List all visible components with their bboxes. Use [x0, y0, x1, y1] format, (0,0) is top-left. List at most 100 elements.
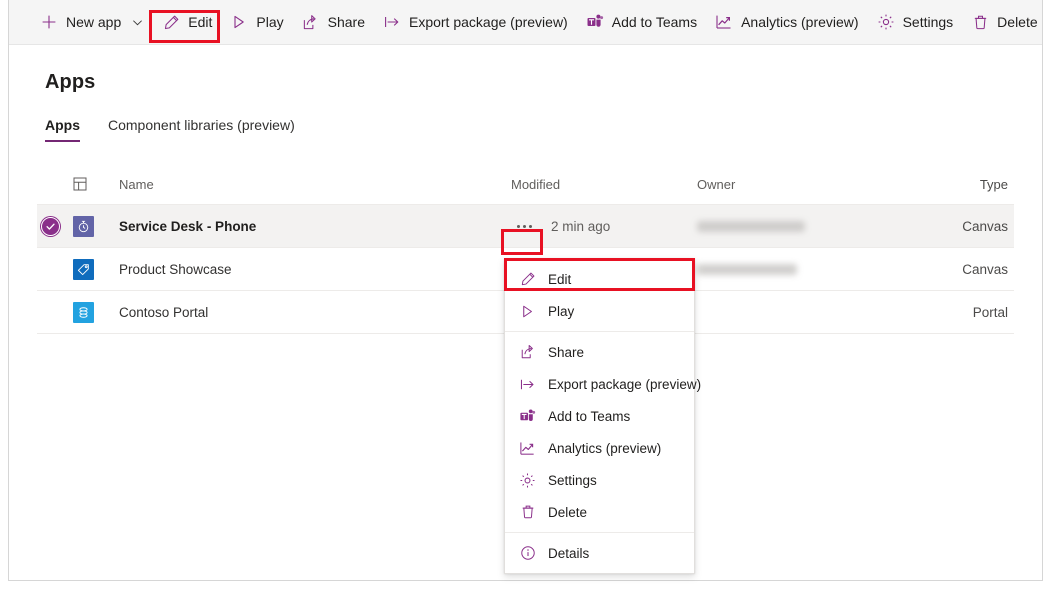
grid-column-icon	[73, 177, 87, 191]
context-menu-item-settings-label: Settings	[548, 473, 597, 488]
row-more-actions-button[interactable]	[509, 216, 539, 236]
row-owner-redacted	[697, 221, 805, 232]
play-icon	[230, 13, 248, 31]
header-owner[interactable]: Owner	[697, 177, 912, 192]
toolbar-delete-button[interactable]: Delete	[962, 0, 1046, 45]
export-icon	[519, 376, 536, 393]
row-type: Portal	[912, 305, 1014, 320]
row-name[interactable]: Product Showcase	[119, 262, 511, 277]
stopwatch-app-icon	[73, 216, 94, 237]
context-menu-item-details-label: Details	[548, 546, 589, 561]
context-menu-separator	[505, 331, 694, 332]
row-app-icon	[73, 259, 119, 280]
teams-icon	[519, 408, 536, 425]
checkmark-icon[interactable]	[41, 217, 60, 236]
gear-icon	[877, 13, 895, 31]
share-icon	[519, 344, 536, 361]
context-menu-item-add-to-teams-label: Add to Teams	[548, 409, 630, 424]
toolbar-export-package-label: Export package (preview)	[409, 15, 568, 29]
app-window: New app Edit Play	[8, 0, 1043, 581]
teams-icon	[586, 13, 604, 31]
toolbar-edit-label: Edit	[188, 15, 212, 29]
ellipsis-dot	[529, 225, 532, 228]
context-menu-item-play-label: Play	[548, 304, 574, 319]
tab-component-libraries[interactable]: Component libraries (preview)	[108, 117, 295, 142]
toolbar-add-to-teams-button[interactable]: Add to Teams	[577, 0, 706, 45]
command-bar: New app Edit Play	[9, 0, 1042, 45]
context-menu-item-export-package[interactable]: Export package (preview)	[505, 368, 694, 400]
toolbar-edit-button[interactable]: Edit	[153, 0, 221, 45]
info-icon	[519, 545, 536, 562]
context-menu-item-add-to-teams[interactable]: Add to Teams	[505, 400, 694, 432]
gear-icon	[519, 472, 536, 489]
chevron-down-icon[interactable]	[130, 15, 144, 29]
context-menu-item-share-label: Share	[548, 345, 584, 360]
toolbar-play-label: Play	[256, 15, 283, 29]
row-context-menu: Edit Play Share	[504, 258, 695, 574]
portal-app-icon	[73, 302, 94, 323]
header-name[interactable]: Name	[119, 177, 511, 192]
row-name-label: Product Showcase	[119, 262, 232, 277]
context-menu-item-analytics[interactable]: Analytics (preview)	[505, 432, 694, 464]
header-grid-icon-column[interactable]	[73, 177, 119, 191]
context-menu-item-share[interactable]: Share	[505, 336, 694, 368]
ellipsis-dot	[523, 225, 526, 228]
context-menu-item-details[interactable]: Details	[505, 537, 694, 569]
row-name[interactable]: Service Desk - Phone	[119, 219, 511, 234]
toolbar-share-button[interactable]: Share	[293, 0, 374, 45]
header-modified[interactable]: Modified	[511, 177, 697, 192]
row-owner	[697, 219, 912, 234]
ellipsis-dot	[517, 225, 520, 228]
row-owner-redacted	[697, 264, 797, 275]
context-menu-item-export-package-label: Export package (preview)	[548, 377, 701, 392]
context-menu-item-play[interactable]: Play	[505, 295, 694, 327]
trash-icon	[519, 504, 536, 521]
play-icon	[519, 303, 536, 320]
toolbar-new-app-button[interactable]: New app	[31, 0, 153, 45]
toolbar-analytics-label: Analytics (preview)	[741, 15, 858, 29]
page-title: Apps	[9, 45, 1042, 94]
context-menu-item-settings[interactable]: Settings	[505, 464, 694, 496]
context-menu-item-delete-label: Delete	[548, 505, 587, 520]
header-type[interactable]: Type	[912, 177, 1014, 192]
list-header-row: Name Modified Owner Type	[37, 164, 1014, 205]
tab-apps-label: Apps	[45, 117, 80, 133]
pencil-icon	[519, 271, 536, 288]
toolbar-play-button[interactable]: Play	[221, 0, 292, 45]
export-icon	[383, 13, 401, 31]
context-menu-item-analytics-label: Analytics (preview)	[548, 441, 661, 456]
toolbar-settings-label: Settings	[903, 15, 954, 29]
tag-app-icon	[73, 259, 94, 280]
pencil-icon	[162, 13, 180, 31]
tab-component-libraries-label: Component libraries (preview)	[108, 117, 295, 133]
toolbar-export-package-button[interactable]: Export package (preview)	[374, 0, 577, 45]
toolbar-details-button[interactable]: Details	[1047, 0, 1051, 45]
row-type: Canvas	[912, 219, 1014, 234]
context-menu-item-edit[interactable]: Edit	[505, 263, 694, 295]
tab-apps[interactable]: Apps	[45, 117, 80, 142]
plus-icon	[40, 13, 58, 31]
row-modified: 2 min ago	[511, 216, 697, 237]
context-menu-separator	[505, 532, 694, 533]
row-owner	[697, 262, 912, 277]
toolbar-add-to-teams-label: Add to Teams	[612, 15, 697, 29]
trash-icon	[971, 13, 989, 31]
row-name-label: Contoso Portal	[119, 305, 208, 320]
toolbar-delete-label: Delete	[997, 15, 1037, 29]
row-name[interactable]: Contoso Portal	[119, 305, 511, 320]
table-row[interactable]: Service Desk - Phone 2 min ago	[37, 205, 1014, 248]
toolbar-analytics-button[interactable]: Analytics (preview)	[706, 0, 867, 45]
toolbar-share-label: Share	[328, 15, 365, 29]
toolbar-settings-button[interactable]: Settings	[868, 0, 963, 45]
toolbar-new-app-label: New app	[66, 15, 121, 29]
analytics-icon	[715, 13, 733, 31]
analytics-icon	[519, 440, 536, 457]
row-name-label: Service Desk - Phone	[119, 219, 256, 234]
row-modified-label: 2 min ago	[551, 219, 610, 234]
share-icon	[302, 13, 320, 31]
row-app-icon	[73, 302, 119, 323]
row-type: Canvas	[912, 262, 1014, 277]
context-menu-item-delete[interactable]: Delete	[505, 496, 694, 528]
row-checkbox[interactable]	[37, 217, 73, 236]
context-menu-item-edit-label: Edit	[548, 272, 571, 287]
